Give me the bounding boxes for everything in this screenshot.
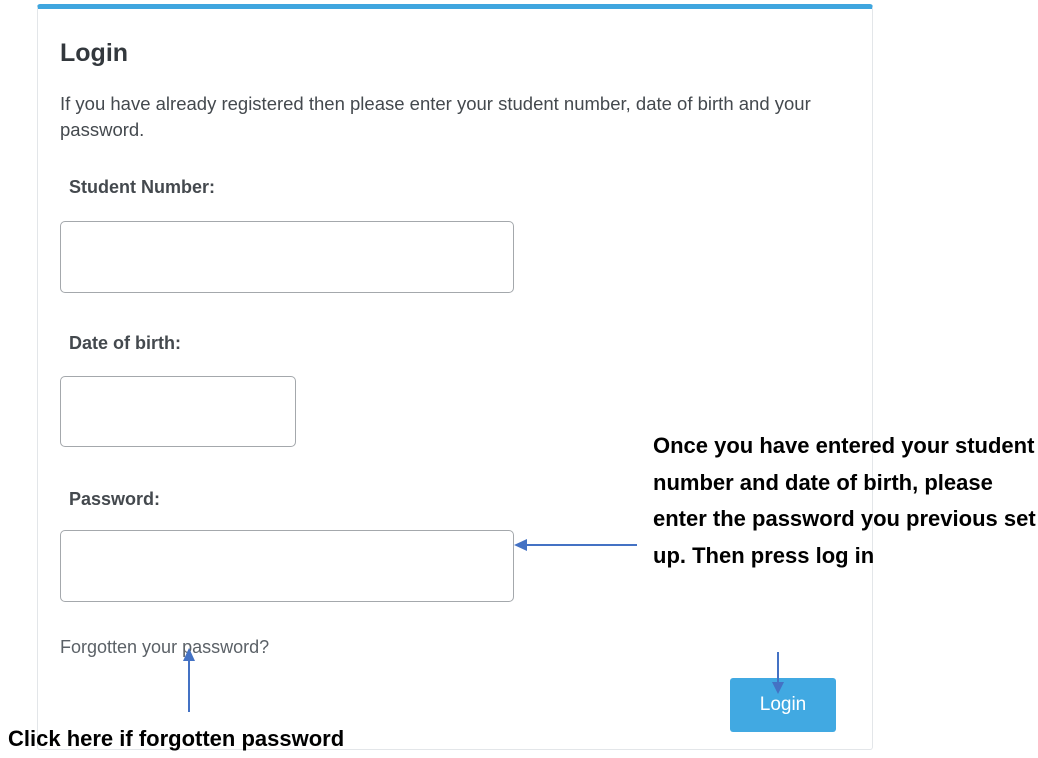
arrow-to-login-button: [772, 652, 784, 694]
arrow-to-password-field: [514, 539, 637, 551]
arrow-to-forgot-link: [183, 648, 195, 712]
annotation-arrows: [183, 539, 784, 712]
